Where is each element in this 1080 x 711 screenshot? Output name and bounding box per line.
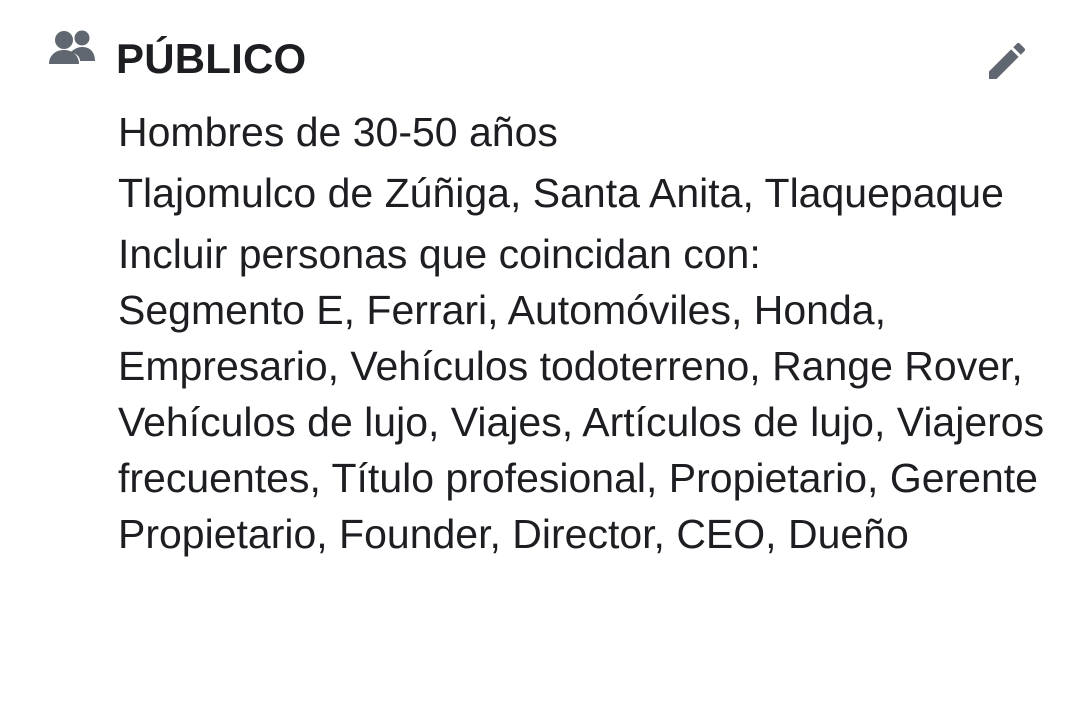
section-title: PÚBLICO [116,35,307,82]
pencil-icon [983,37,1031,90]
audience-header: PÚBLICO [0,0,1080,110]
locations-text: Tlajomulco de Zúñiga, Santa Anita, Tlaqu… [118,170,1004,216]
interests-prefix: Incluir personas que coincidan con: [118,231,761,277]
audience-section: PÚBLICO Hombres de 30-50 años Tlajomulco… [0,0,1080,711]
interests-text: Incluir personas que coincidan con: Segm… [118,226,1058,562]
edit-audience-button[interactable] [976,32,1038,94]
demographic-text: Hombres de 30-50 años [118,109,558,155]
audience-details: Hombres de 30-50 años Tlajomulco de Zúñi… [118,104,1058,562]
people-icon [47,28,97,68]
interests-list: Segmento E, Ferrari, Automóviles, Honda,… [118,287,1045,557]
